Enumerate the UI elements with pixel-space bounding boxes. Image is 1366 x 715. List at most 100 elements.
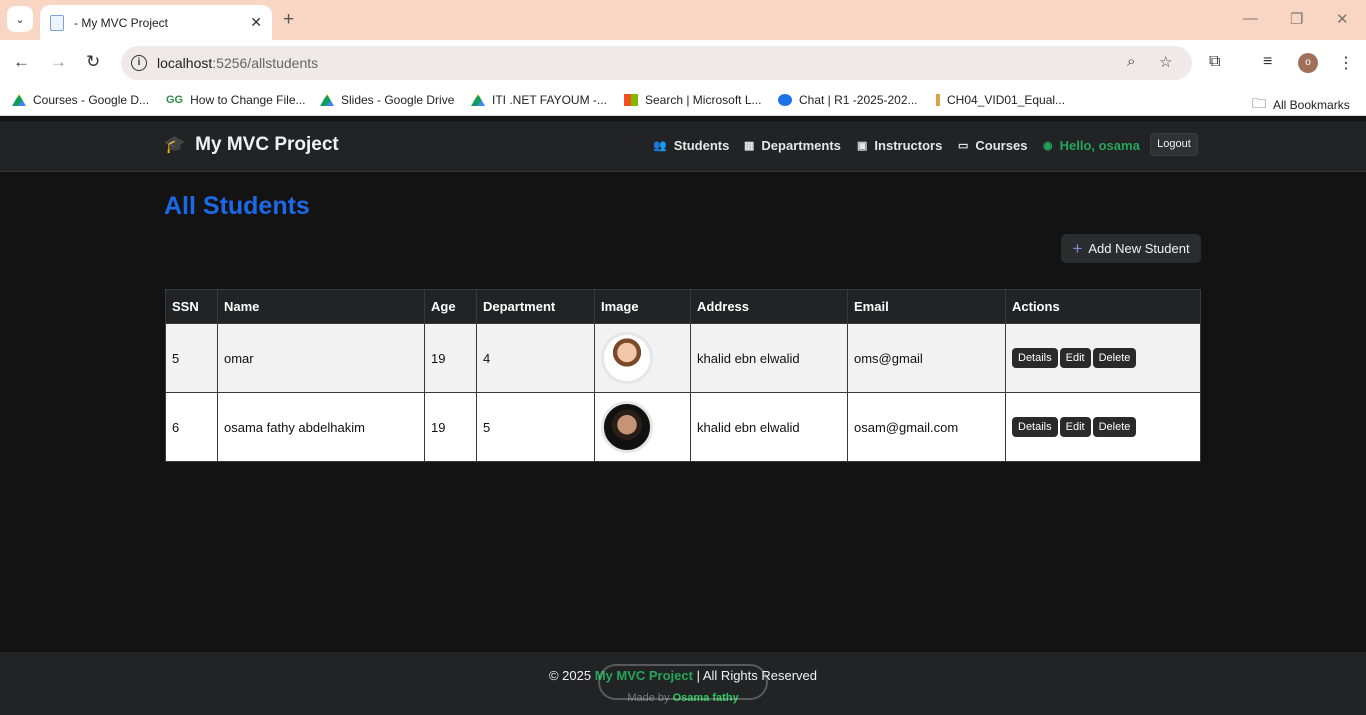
- bookmark-item[interactable]: Chat | R1 -2025-202...: [778, 93, 918, 107]
- reload-icon[interactable]: ↻: [86, 52, 100, 72]
- edit-button[interactable]: Edit: [1059, 348, 1091, 368]
- bookmark-item[interactable]: GG How to Change File...: [166, 93, 306, 107]
- cell-ssn: 5: [165, 323, 218, 393]
- google-drive-icon: [12, 94, 26, 106]
- all-bookmarks[interactable]: 🗀 All Bookmarks: [1252, 93, 1350, 117]
- browser-tab[interactable]: - My MVC Project ✕: [40, 5, 272, 40]
- column-header: SSN: [165, 289, 218, 324]
- bookmark-label: Search | Microsoft L...: [645, 93, 762, 107]
- cell-address: khalid ebn elwalid: [690, 392, 848, 462]
- add-button-label: Add New Student: [1088, 241, 1190, 256]
- details-button[interactable]: Details: [1012, 348, 1058, 368]
- bookmark-item[interactable]: CH04_VID01_Equal...: [936, 93, 1065, 107]
- edit-button[interactable]: Edit: [1059, 417, 1091, 437]
- rights-text: | All Rights Reserved: [696, 668, 818, 683]
- address-bar[interactable]: i localhost:5256/allstudents ⌕ ☆: [121, 46, 1192, 80]
- browser-menu-icon[interactable]: ⋮: [1338, 53, 1354, 73]
- cell-name: osama fathy abdelhakim: [217, 392, 425, 462]
- tab-close-icon[interactable]: ✕: [250, 14, 262, 31]
- bookmark-label: All Bookmarks: [1273, 98, 1350, 112]
- bookmark-item[interactable]: Courses - Google D...: [12, 93, 149, 107]
- page-title: All Students: [164, 192, 310, 220]
- page-favicon-icon: [50, 14, 64, 31]
- profile-avatar[interactable]: o: [1298, 53, 1318, 73]
- column-header: Image: [594, 289, 691, 324]
- bookmark-label: Chat | R1 -2025-202...: [799, 93, 918, 107]
- cell-age: 19: [424, 392, 477, 462]
- bookmarks-bar: Courses - Google D... GG How to Change Fi…: [0, 86, 1366, 116]
- nav-departments[interactable]: ▦ Departments: [744, 138, 841, 153]
- footer-project-link[interactable]: My MVC Project: [595, 668, 693, 683]
- footer-credit: Made by Osama fathy: [0, 692, 1366, 704]
- greeting-label: Hello, osama: [1059, 138, 1140, 153]
- nav-instructors[interactable]: ▣ Instructors: [857, 138, 942, 153]
- cell-email: oms@gmail: [847, 323, 1006, 393]
- back-icon[interactable]: ←: [13, 52, 30, 72]
- plus-icon: +: [1072, 238, 1083, 258]
- bookmark-label: Slides - Google Drive: [341, 93, 455, 107]
- building-icon: ▦: [744, 140, 755, 152]
- copyright-year: © 2025: [548, 668, 592, 683]
- minimize-icon[interactable]: —: [1243, 10, 1258, 27]
- browser-tab-bar: ⌄ - My MVC Project ✕ + — ❐ ✕: [0, 0, 1366, 40]
- nav-courses[interactable]: ▭ Courses: [958, 138, 1027, 153]
- restore-icon[interactable]: ❐: [1290, 10, 1303, 28]
- google-drive-icon: [320, 94, 334, 106]
- extensions-icon[interactable]: ⧉: [1209, 53, 1220, 71]
- folder-icon: 🗀: [1252, 95, 1266, 111]
- cell-department: 4: [476, 323, 595, 393]
- site-brand[interactable]: 🎓 My MVC Project: [164, 134, 339, 156]
- media-controls-icon[interactable]: ≡: [1263, 53, 1272, 71]
- nav-label: Students: [673, 138, 730, 153]
- logout-button[interactable]: Logout: [1150, 133, 1198, 156]
- details-button[interactable]: Details: [1012, 417, 1058, 437]
- bookmark-label: How to Change File...: [190, 93, 306, 107]
- site-info-icon[interactable]: i: [131, 55, 147, 71]
- student-avatar: [601, 332, 653, 384]
- forward-icon[interactable]: →: [50, 52, 67, 72]
- site-navbar: 🎓 My MVC Project 👥 Students ▦ Departments …: [0, 121, 1366, 172]
- bookmark-label: CH04_VID01_Equal...: [947, 93, 1066, 107]
- student-avatar: [601, 401, 653, 453]
- google-drive-icon: [471, 94, 485, 106]
- delete-button[interactable]: Delete: [1092, 348, 1137, 368]
- made-by-label: Made by: [627, 692, 670, 704]
- chat-icon: [778, 94, 792, 106]
- cell-ssn: 6: [165, 392, 218, 462]
- window-close-icon[interactable]: ✕: [1336, 10, 1349, 28]
- site-footer: © 2025 My MVC Project | All Rights Reser…: [0, 652, 1366, 715]
- table-row: 5 omar 19 4 khalid ebn elwalid oms@gmail…: [165, 323, 1201, 393]
- nav-students[interactable]: 👥 Students: [653, 138, 729, 153]
- user-greeting[interactable]: ◉ Hello, osama: [1043, 138, 1140, 153]
- column-header: Address: [690, 289, 848, 324]
- bookmark-star-icon[interactable]: ☆: [1159, 53, 1172, 71]
- delete-button[interactable]: Delete: [1092, 417, 1137, 437]
- table-header-row: SSN Name Age Department Image Address Em…: [165, 289, 1201, 324]
- brand-label: My MVC Project: [195, 134, 339, 155]
- footer-copyright: © 2025 My MVC Project | All Rights Reser…: [0, 668, 1366, 683]
- cell-address: khalid ebn elwalid: [690, 323, 848, 393]
- book-icon: ▭: [958, 140, 969, 152]
- nav-label: Courses: [975, 138, 1028, 153]
- zoom-icon[interactable]: ⌕: [1127, 53, 1135, 70]
- bookmark-item[interactable]: Slides - Google Drive: [320, 93, 454, 107]
- new-tab-icon[interactable]: +: [283, 9, 294, 31]
- cell-actions: Details Edit Delete: [1005, 323, 1201, 393]
- cell-name: omar: [217, 323, 425, 393]
- microsoft-icon: [624, 94, 638, 106]
- bookmark-item[interactable]: ITI .NET FAYOUM -...: [471, 93, 607, 107]
- bookmark-label: ITI .NET FAYOUM -...: [492, 93, 607, 107]
- graduation-cap-icon: 🎓: [164, 135, 186, 154]
- cell-image: [594, 392, 691, 462]
- url-host: localhost: [157, 55, 213, 71]
- browser-toolbar: ← → ↻ i localhost:5256/allstudents ⌕ ☆ ⧉…: [0, 40, 1366, 86]
- students-table: SSN Name Age Department Image Address Em…: [165, 289, 1201, 462]
- table-row: 6 osama fathy abdelhakim 19 5 khalid ebn…: [165, 392, 1201, 462]
- user-circle-icon: ◉: [1043, 140, 1053, 152]
- author-link[interactable]: Osama fathy: [673, 692, 739, 704]
- column-header: Actions: [1005, 289, 1201, 324]
- add-new-student-button[interactable]: + Add New Student: [1061, 234, 1201, 263]
- tab-search-icon[interactable]: ⌄: [7, 6, 33, 32]
- cell-actions: Details Edit Delete: [1005, 392, 1201, 462]
- bookmark-item[interactable]: Search | Microsoft L...: [624, 93, 762, 107]
